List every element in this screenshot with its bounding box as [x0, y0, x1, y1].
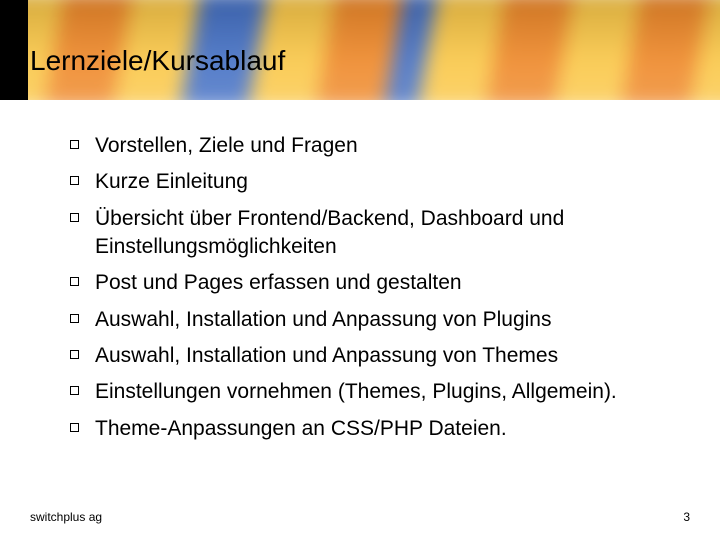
list-item-text: Auswahl, Installation und Anpassung von …: [95, 306, 551, 334]
square-bullet-icon: [70, 277, 79, 286]
list-item-text: Übersicht über Frontend/Backend, Dashboa…: [95, 205, 676, 262]
square-bullet-icon: [70, 176, 79, 185]
list-item-text: Theme-Anpassungen an CSS/PHP Dateien.: [95, 415, 507, 443]
slide-title: Lernziele/Kursablauf: [30, 45, 285, 77]
slide-header: Lernziele/Kursablauf: [0, 0, 720, 100]
list-item-text: Einstellungen vornehmen (Themes, Plugins…: [95, 378, 617, 406]
list-item: Auswahl, Installation und Anpassung von …: [70, 306, 676, 334]
list-item: Vorstellen, Ziele und Fragen: [70, 132, 676, 160]
list-item: Post und Pages erfassen und gestalten: [70, 269, 676, 297]
slide-footer: switchplus ag 3: [30, 510, 690, 524]
square-bullet-icon: [70, 423, 79, 432]
slide: Lernziele/Kursablauf Vorstellen, Ziele u…: [0, 0, 720, 540]
list-item: Theme-Anpassungen an CSS/PHP Dateien.: [70, 415, 676, 443]
footer-org: switchplus ag: [30, 510, 102, 524]
list-item-text: Vorstellen, Ziele und Fragen: [95, 132, 358, 160]
header-dark-strip: [0, 0, 28, 100]
list-item: Kurze Einleitung: [70, 168, 676, 196]
square-bullet-icon: [70, 314, 79, 323]
list-item: Auswahl, Installation und Anpassung von …: [70, 342, 676, 370]
list-item: Übersicht über Frontend/Backend, Dashboa…: [70, 205, 676, 262]
square-bullet-icon: [70, 140, 79, 149]
square-bullet-icon: [70, 386, 79, 395]
list-item-text: Post und Pages erfassen und gestalten: [95, 269, 462, 297]
square-bullet-icon: [70, 213, 79, 222]
list-item-text: Kurze Einleitung: [95, 168, 248, 196]
list-item-text: Auswahl, Installation und Anpassung von …: [95, 342, 558, 370]
footer-page-number: 3: [683, 510, 690, 524]
list-item: Einstellungen vornehmen (Themes, Plugins…: [70, 378, 676, 406]
slide-body: Vorstellen, Ziele und Fragen Kurze Einle…: [0, 100, 720, 540]
square-bullet-icon: [70, 350, 79, 359]
